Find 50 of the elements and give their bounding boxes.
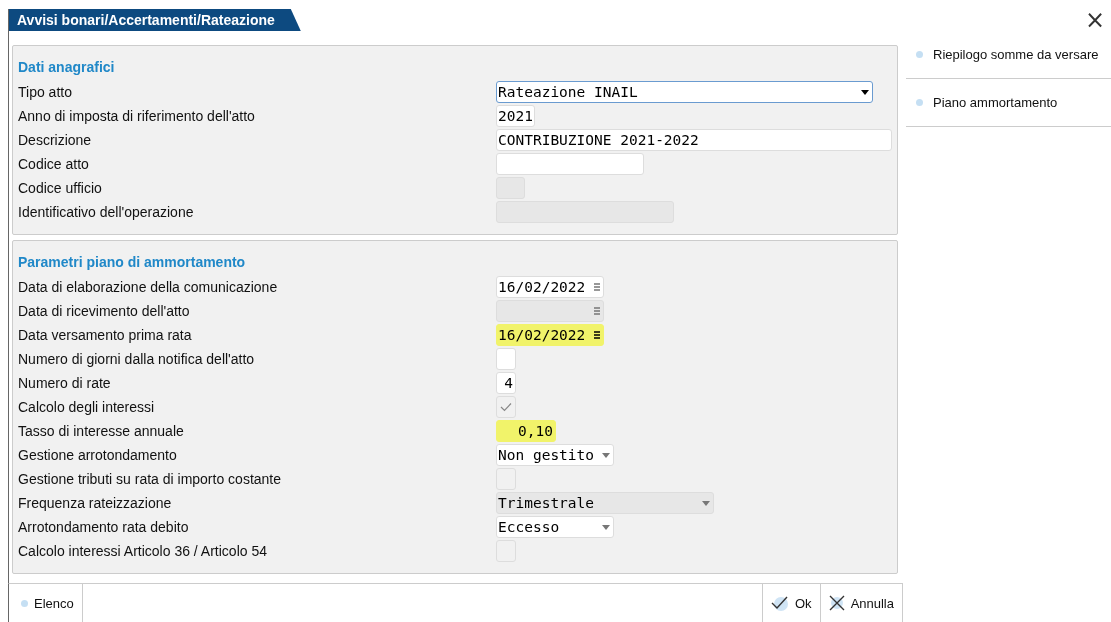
field-label: Gestione arrotondamento	[18, 447, 178, 463]
number-field[interactable]	[496, 348, 516, 370]
field-label: Calcolo interessi Articolo 36 / Articolo 54	[18, 543, 268, 559]
close-icon	[828, 595, 845, 611]
footer-button[interactable]: Ok	[762, 584, 821, 622]
close-button[interactable]: ×	[1078, 9, 1111, 31]
check-icon	[771, 595, 789, 611]
input-field[interactable]	[496, 153, 644, 175]
field-label: Descrizione	[18, 132, 93, 148]
calendar-icon	[594, 283, 600, 291]
field-label: Tasso di interesse annuale	[18, 423, 185, 439]
field-label: Calcolo degli interessi	[18, 399, 156, 415]
field-label: Codice atto	[18, 156, 90, 172]
field-label: Data versamento prima rata	[18, 327, 193, 343]
dropdown[interactable]: Eccesso	[496, 516, 614, 538]
date-field[interactable]: 16/02/2022	[496, 324, 604, 346]
section-title: Parametri piano di ammortamento	[18, 253, 247, 272]
dropdown[interactable]: Rateazione INAIL	[496, 81, 873, 103]
field-label: Codice ufficio	[18, 180, 103, 196]
section-title: Dati anagrafici	[18, 58, 116, 77]
field-label: Gestione tributi su rata di importo costante	[18, 471, 283, 487]
field-label: Tipo atto	[18, 84, 73, 100]
field-label: Anno di imposta di riferimento dell'atto	[18, 108, 256, 124]
input-field[interactable]: 2021	[496, 105, 535, 127]
check-icon	[500, 402, 512, 412]
field-label: Numero di rate	[18, 375, 112, 391]
input-field[interactable]: CONTRIBUZIONE 2021-2022	[496, 129, 892, 151]
number-field[interactable]: 0,10	[496, 420, 556, 442]
field-label: Frequenza rateizzazione	[18, 495, 173, 511]
caret-icon	[702, 500, 710, 506]
caret-icon	[602, 452, 610, 458]
dropdown[interactable]: Non gestito	[496, 444, 614, 466]
number-field[interactable]: 4	[496, 372, 516, 394]
field-label: Identificativo dell'operazione	[18, 204, 195, 220]
checkbox[interactable]	[496, 396, 516, 418]
sidebar-item[interactable]: Riepilogo somme da versare	[906, 31, 1111, 79]
bullet-icon	[916, 99, 923, 106]
caret-icon	[602, 524, 610, 530]
field-label: Numero di giorni dalla notifica dell'atto	[18, 351, 256, 367]
bullet-icon	[916, 51, 923, 58]
sidebar-item[interactable]: Piano ammortamento	[906, 79, 1111, 127]
field-label: Data di ricevimento dell'atto	[18, 303, 191, 319]
window-title: Avvisi bonari/Accertamenti/Rateazione	[9, 9, 301, 31]
field-label: Data di elaborazione della comunicazione	[18, 279, 279, 295]
calendar-icon	[594, 331, 600, 339]
bullet-icon	[21, 599, 28, 607]
caret-icon	[861, 89, 869, 95]
calendar-icon	[594, 307, 600, 315]
date-field[interactable]: 16/02/2022	[496, 276, 604, 298]
field-label: Arrotondamento rata debito	[18, 519, 190, 535]
